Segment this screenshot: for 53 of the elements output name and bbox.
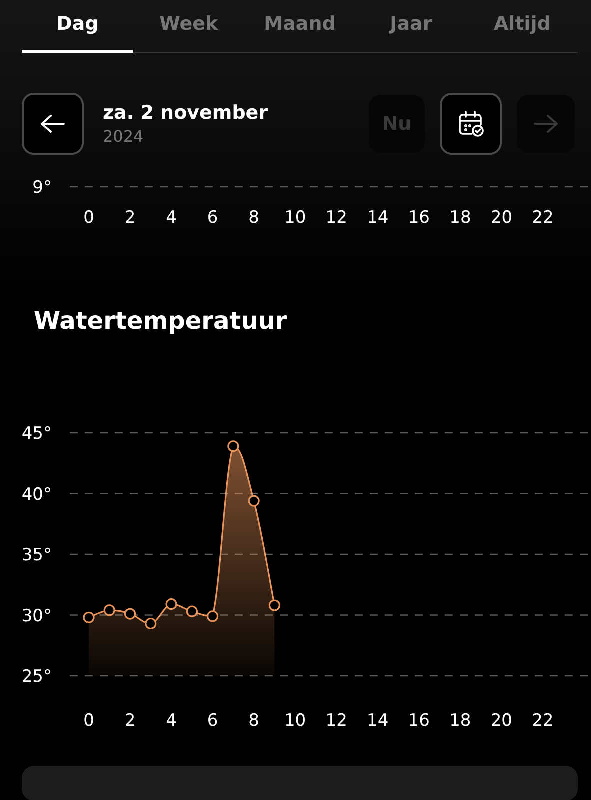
x-axis-label: 8 — [248, 208, 260, 228]
right-arrow-icon — [533, 114, 559, 134]
calendar-check-icon — [457, 110, 485, 138]
x-axis-label: 0 — [84, 711, 94, 731]
data-point — [228, 440, 240, 452]
x-axis-label: 18 — [450, 711, 472, 731]
x-axis-label: 0 — [84, 208, 94, 228]
x-axis-label: 10 — [284, 711, 306, 731]
data-point — [268, 600, 280, 612]
data-point — [145, 618, 157, 630]
x-axis-label: 18 — [450, 208, 472, 228]
data-point — [104, 604, 116, 616]
tab[interactable]: Dag — [22, 0, 134, 53]
data-point — [206, 610, 219, 622]
x-axis-label: 12 — [326, 711, 348, 731]
x-axis-label: 2 — [124, 208, 136, 228]
back-button[interactable] — [22, 93, 84, 155]
y-axis-label: 45° — [22, 424, 52, 444]
x-axis-label: 20 — [490, 711, 512, 731]
x-axis-label: 12 — [326, 208, 348, 228]
data-point — [248, 495, 260, 507]
y-axis-label: 40° — [22, 484, 52, 505]
x-axis-label: 16 — [408, 208, 430, 228]
y-axis-label: 9° — [32, 178, 52, 198]
x-axis-label: 14 — [367, 208, 389, 228]
y-axis-label: 35° — [22, 546, 52, 566]
calendar-button[interactable] — [440, 93, 502, 155]
x-axis-label: 8 — [248, 711, 260, 731]
x-axis-label: 10 — [284, 208, 306, 228]
x-axis-label: 4 — [166, 208, 177, 228]
data-point — [83, 612, 95, 624]
y-axis-label: 25° — [22, 667, 52, 687]
data-point — [186, 606, 198, 618]
left-arrow-icon — [40, 114, 66, 134]
x-axis-label: 6 — [207, 208, 218, 228]
y-axis-label: 30° — [22, 606, 52, 626]
date-label: za. 2 november — [103, 102, 270, 124]
x-axis-label: 4 — [166, 711, 177, 731]
year-label: 2024 — [103, 127, 145, 146]
data-point — [166, 598, 178, 610]
x-axis-label: 6 — [207, 711, 218, 731]
x-axis-label: 2 — [124, 711, 136, 731]
data-point — [124, 608, 136, 620]
tab[interactable]: Maand — [244, 0, 356, 53]
x-axis-label: 22 — [532, 711, 554, 731]
chart-title: Watertemperatuur — [34, 306, 288, 337]
tab[interactable]: Week — [133, 0, 244, 53]
x-axis-label: 16 — [408, 711, 430, 731]
tab[interactable]: Jaar — [356, 0, 467, 53]
x-axis-label: 14 — [367, 711, 389, 731]
x-axis-label: 20 — [490, 208, 513, 228]
tab[interactable]: Altijd — [466, 0, 578, 53]
x-axis-label: 22 — [532, 208, 554, 228]
